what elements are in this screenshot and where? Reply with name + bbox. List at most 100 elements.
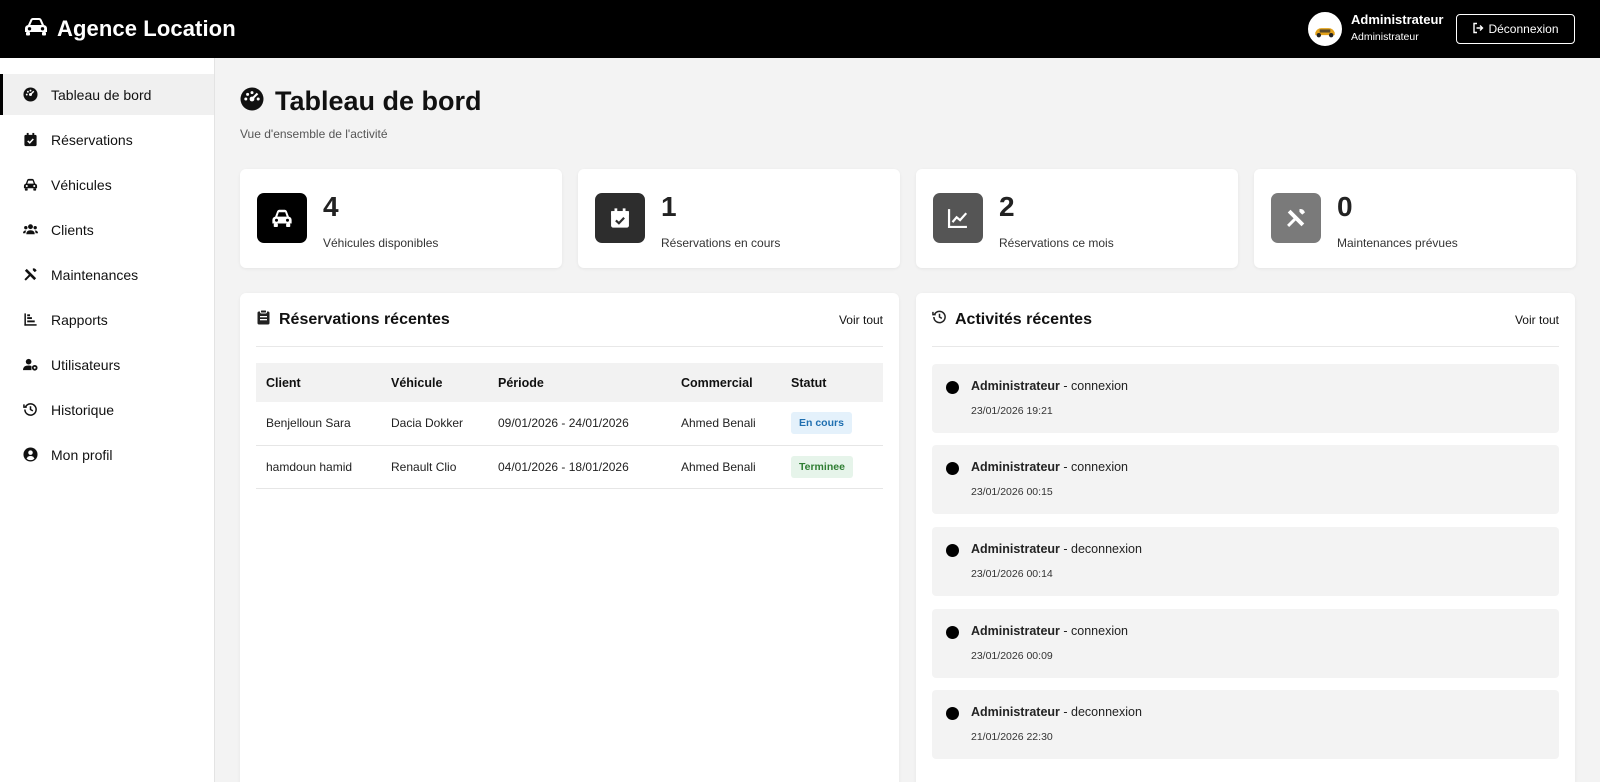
stat-card-maintenances: 0 Maintenances prévues [1254, 169, 1576, 268]
cell-status: Terminee [781, 445, 883, 489]
car-icon [23, 16, 49, 43]
activity-action: - connexion [1059, 460, 1129, 474]
sidebar-item-label: Véhicules [51, 176, 112, 193]
activity-time: 21/01/2026 22:30 [971, 731, 1053, 743]
column-header: Client [256, 363, 381, 402]
sidebar-item-label: Réservations [51, 131, 133, 148]
sidebar-item-users[interactable]: Utilisateurs [0, 344, 214, 385]
column-header: Statut [781, 363, 883, 402]
sidebar-item-history[interactable]: Historique [0, 389, 214, 430]
cell-commercial: Ahmed Benali [671, 402, 781, 446]
activity-time: 23/01/2026 19:21 [971, 405, 1053, 417]
activity-action: - connexion [1059, 624, 1129, 638]
activity-user: Administrateur [971, 542, 1060, 556]
cell-vehicle: Dacia Dokker [381, 402, 488, 446]
sign-out-icon [1472, 22, 1488, 37]
car-icon [22, 177, 38, 193]
stat-card-month-reservations: 2 Réservations ce mois [916, 169, 1238, 268]
sidebar: Tableau de bord Réservations Véhicules C… [0, 58, 215, 782]
activity-action: - deconnexion [1059, 542, 1142, 556]
user-role: Administrateur [1351, 31, 1419, 43]
tools-icon [22, 267, 38, 283]
user-circle-icon [22, 447, 38, 463]
sidebar-item-profile[interactable]: Mon profil [0, 434, 214, 475]
activity-text: Administrateur - deconnexion [971, 542, 1142, 556]
page-subtitle: Vue d'ensemble de l'activité [240, 127, 388, 141]
user-cog-icon [22, 357, 38, 373]
activity-user: Administrateur [971, 379, 1060, 393]
chart-line-icon [933, 193, 983, 243]
stat-value: 0 [1337, 191, 1353, 222]
stat-card-current-reservations: 1 Réservations en cours [578, 169, 900, 268]
activity-text: Administrateur - connexion [971, 624, 1128, 638]
view-all-link[interactable]: Voir tout [1515, 313, 1559, 327]
activity-text: Administrateur - deconnexion [971, 705, 1142, 719]
activity-item: Administrateur - connexion 23/01/2026 00… [932, 609, 1559, 678]
activity-time: 23/01/2026 00:09 [971, 650, 1053, 662]
cell-client: hamdoun hamid [256, 445, 381, 489]
status-badge: Terminee [791, 455, 853, 478]
sidebar-item-label: Utilisateurs [51, 356, 121, 373]
cell-status: En cours [781, 402, 883, 446]
table-row[interactable]: Benjelloun Sara Dacia Dokker 09/01/2026 … [256, 402, 883, 446]
users-icon [22, 222, 38, 238]
activity-action: - connexion [1059, 379, 1129, 393]
activity-text: Administrateur - connexion [971, 460, 1128, 474]
cell-period: 04/01/2026 - 18/01/2026 [488, 445, 671, 489]
table-row[interactable]: hamdoun hamid Renault Clio 04/01/2026 - … [256, 445, 883, 489]
brand-name: Agence Location [57, 16, 236, 41]
reservations-table: Client Véhicule Période Commercial Statu… [256, 363, 883, 489]
bullet-icon [946, 707, 959, 720]
dashboard-icon [240, 87, 264, 116]
stat-label: Réservations en cours [661, 236, 781, 250]
view-all-link[interactable]: Voir tout [839, 313, 883, 327]
stat-value: 1 [661, 191, 677, 222]
panel-title: Réservations récentes [279, 310, 450, 328]
page-header: Tableau de bord [240, 86, 482, 117]
column-header: Véhicule [381, 363, 488, 402]
column-header: Commercial [671, 363, 781, 402]
sidebar-item-label: Historique [51, 401, 115, 418]
stat-label: Maintenances prévues [1337, 236, 1458, 250]
sidebar-item-label: Rapports [51, 311, 108, 328]
stat-card-vehicles: 4 Véhicules disponibles [240, 169, 562, 268]
bullet-icon [946, 544, 959, 557]
sidebar-item-vehicles[interactable]: Véhicules [0, 164, 214, 205]
activity-user: Administrateur [971, 460, 1060, 474]
user-info: Administrateur Administrateur [1351, 12, 1443, 43]
status-badge: En cours [791, 412, 852, 435]
activity-item: Administrateur - connexion 23/01/2026 19… [932, 364, 1559, 433]
activity-user: Administrateur [971, 705, 1060, 719]
logout-label: Déconnexion [1488, 22, 1559, 36]
sidebar-item-clients[interactable]: Clients [0, 209, 214, 250]
bullet-icon [946, 462, 959, 475]
clipboard-icon [256, 309, 271, 330]
table-header-row: Client Véhicule Période Commercial Statu… [256, 363, 883, 402]
activity-action: - deconnexion [1059, 705, 1142, 719]
logout-button[interactable]: Déconnexion [1456, 14, 1575, 44]
history-icon [932, 309, 947, 330]
stat-label: Réservations ce mois [999, 236, 1114, 250]
stat-value: 4 [323, 191, 339, 222]
car-icon [257, 193, 307, 243]
stat-label: Véhicules disponibles [323, 236, 439, 250]
cell-vehicle: Renault Clio [381, 445, 488, 489]
brand[interactable]: Agence Location [23, 16, 236, 43]
page-title: Tableau de bord [275, 86, 482, 116]
activity-time: 23/01/2026 00:14 [971, 568, 1053, 580]
activity-item: Administrateur - deconnexion 21/01/2026 … [932, 690, 1559, 759]
user-name: Administrateur [1351, 12, 1444, 27]
activity-text: Administrateur - connexion [971, 379, 1128, 393]
sidebar-item-label: Mon profil [51, 446, 113, 463]
sidebar-item-reservations[interactable]: Réservations [0, 119, 214, 160]
sidebar-item-reports[interactable]: Rapports [0, 299, 214, 340]
calendar-check-icon [595, 193, 645, 243]
activity-user: Administrateur [971, 624, 1060, 638]
history-icon [22, 402, 38, 418]
cell-commercial: Ahmed Benali [671, 445, 781, 489]
avatar[interactable] [1308, 12, 1342, 46]
recent-activities-panel: Activités récentes Voir tout Administrat… [916, 293, 1575, 782]
calendar-check-icon [22, 132, 38, 148]
sidebar-item-dashboard[interactable]: Tableau de bord [0, 74, 214, 115]
sidebar-item-maintenances[interactable]: Maintenances [0, 254, 214, 295]
